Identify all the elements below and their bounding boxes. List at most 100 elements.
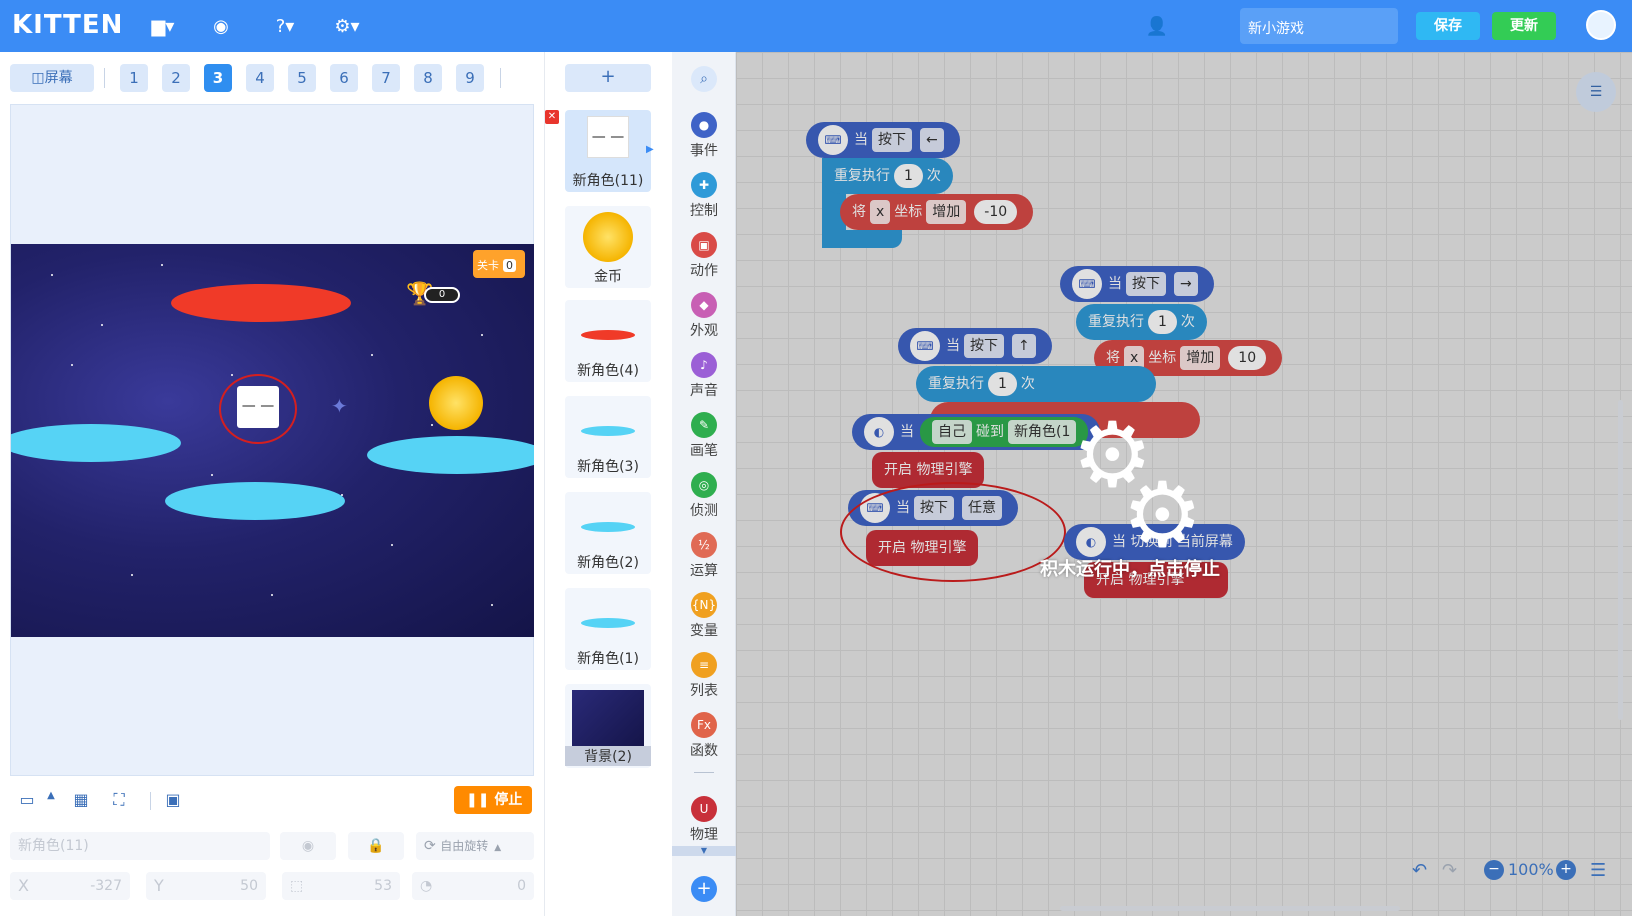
add-extension-button[interactable]: + xyxy=(691,876,717,902)
sprite-item[interactable]: 新角色(2) xyxy=(565,492,651,574)
category-event[interactable]: ● 事件 xyxy=(672,112,736,160)
direction-field[interactable]: ◔ 0 xyxy=(412,872,534,900)
page-7[interactable]: 7 xyxy=(372,64,400,92)
sprite-item[interactable]: 新角色(4) xyxy=(565,300,651,382)
y-field[interactable]: Y 50 xyxy=(146,872,266,900)
red-platform[interactable] xyxy=(171,284,351,322)
update-button[interactable]: 更新 xyxy=(1492,12,1556,40)
sprite-item[interactable]: 新角色(3) xyxy=(565,396,651,478)
grid-icon[interactable]: ▦ xyxy=(70,790,92,812)
page-4[interactable]: 4 xyxy=(246,64,274,92)
vertical-scrollbar[interactable] xyxy=(1618,400,1623,720)
category-physics[interactable]: U 物理 xyxy=(672,796,736,844)
stop-label: 停止 xyxy=(494,792,523,808)
category-sound[interactable]: ♪ 声音 xyxy=(672,352,736,400)
category-list[interactable]: ≡ 列表 xyxy=(672,652,736,700)
running-message[interactable]: 积木运行中，点击停止 xyxy=(1040,555,1220,581)
chevron-right-icon[interactable]: ▶ xyxy=(646,144,654,155)
category-label: 声音 xyxy=(690,383,718,399)
cyan-platform-right[interactable] xyxy=(367,436,534,474)
page-6[interactable]: 6 xyxy=(330,64,358,92)
sprite-item[interactable]: 金币 xyxy=(565,206,651,288)
sprite-item[interactable]: — — 新角色(11) xyxy=(565,110,651,192)
page-9[interactable]: 9 xyxy=(456,64,484,92)
variables-icon: {N} xyxy=(691,592,717,618)
undo-icon[interactable]: ↶ xyxy=(1412,860,1427,881)
category-label: 控制 xyxy=(690,203,718,219)
category-label: 画笔 xyxy=(690,443,718,459)
sprite-name-field[interactable]: 新角色(11) xyxy=(10,832,270,860)
delete-sprite-icon[interactable]: ✕ xyxy=(545,110,559,124)
coin-sprite[interactable] xyxy=(429,376,483,430)
page-3[interactable]: 3 xyxy=(204,64,232,92)
x-value: -327 xyxy=(90,878,122,894)
control-icon: ✚ xyxy=(691,172,717,198)
background-item[interactable]: 背景(2) xyxy=(565,684,651,768)
add-user-icon[interactable]: 👤 xyxy=(1140,14,1174,38)
visibility-toggle[interactable]: ◉ xyxy=(280,832,336,860)
category-operators[interactable]: ½ 运算 xyxy=(672,532,736,580)
stop-button[interactable]: ❚❚ 停止▲ xyxy=(454,786,532,835)
category-label: 函数 xyxy=(690,743,718,759)
category-function[interactable]: Fx 函数 xyxy=(672,712,736,760)
sparkle-icon: ✦ xyxy=(331,394,348,418)
category-looks[interactable]: ◆ 外观 xyxy=(672,292,736,340)
screen-button[interactable]: ◫屏幕 xyxy=(10,64,94,92)
level-badge: 关卡 0 xyxy=(473,250,525,278)
settings-icon[interactable]: ⚙▾ xyxy=(330,14,364,38)
direction-value: 0 xyxy=(517,878,526,894)
save-button[interactable]: 保存 xyxy=(1416,12,1480,40)
lock-toggle[interactable]: 🔒 xyxy=(348,832,404,860)
category-label: 外观 xyxy=(690,323,718,339)
zoom-out-icon[interactable]: − xyxy=(1484,860,1504,880)
zoom-in-icon[interactable]: + xyxy=(1556,860,1576,880)
horizontal-scrollbar[interactable] xyxy=(1060,906,1400,911)
x-field[interactable]: X -327 xyxy=(10,872,130,900)
size-field[interactable]: ⬚ 53 xyxy=(282,872,400,900)
size-icon: ⬚ xyxy=(290,878,304,894)
category-sensing[interactable]: ◎ 侦测 xyxy=(672,472,736,520)
fullscreen-icon[interactable]: ⛶ xyxy=(108,790,130,812)
page-8[interactable]: 8 xyxy=(414,64,442,92)
add-sprite-button[interactable]: + xyxy=(565,64,651,92)
category-pen[interactable]: ✎ 画笔 xyxy=(672,412,736,460)
page-1[interactable]: 1 xyxy=(120,64,148,92)
y-value: 50 xyxy=(240,878,258,894)
folder-icon[interactable]: ▆▾ xyxy=(146,14,180,38)
x-label: X xyxy=(18,876,29,895)
backpack-icon[interactable]: ◉ xyxy=(204,14,238,38)
rotation-select[interactable]: ⟳ 自由旋转 ▲ xyxy=(416,832,534,860)
align-blocks-icon[interactable]: ☰ xyxy=(1590,860,1606,881)
sprite-thumb: — — xyxy=(587,116,629,158)
sprite-label: 新角色(3) xyxy=(577,459,639,475)
category-label: 侦测 xyxy=(690,503,718,519)
game-name-input[interactable]: 新小游戏 xyxy=(1240,8,1398,44)
cyan-platform-bottom[interactable] xyxy=(165,482,345,520)
cyan-platform-left[interactable] xyxy=(11,424,181,462)
category-label: 列表 xyxy=(690,683,718,699)
red-platform-thumb xyxy=(581,330,635,340)
game-stage[interactable]: — — ✦ xyxy=(11,244,534,637)
sprite-item[interactable]: 新角色(1) xyxy=(565,588,651,670)
avatar[interactable] xyxy=(1586,10,1616,40)
trophy-count: 0 xyxy=(424,287,460,303)
category-variables[interactable]: {N} 变量 xyxy=(672,592,736,640)
preview-icon[interactable]: ▣ xyxy=(162,790,184,812)
level-value: 0 xyxy=(503,259,516,272)
size-value: 53 xyxy=(374,878,392,894)
redo-icon[interactable]: ↷ xyxy=(1442,860,1457,881)
page-5[interactable]: 5 xyxy=(288,64,316,92)
search-icon[interactable]: ⌕ xyxy=(691,66,717,92)
eye-icon: ◉ xyxy=(301,838,315,854)
sprite-label: 新角色(2) xyxy=(577,555,639,571)
help-icon[interactable]: ?▾ xyxy=(268,14,302,38)
category-control[interactable]: ✚ 控制 xyxy=(672,172,736,220)
category-motion[interactable]: ▣ 动作 xyxy=(672,232,736,280)
scroll-down-icon[interactable]: ▼ xyxy=(672,846,736,856)
y-label: Y xyxy=(154,876,164,895)
resize-stage-icon[interactable]: ▭ xyxy=(16,790,38,812)
screen-icon: ◫ xyxy=(31,70,45,86)
page-2[interactable]: 2 xyxy=(162,64,190,92)
caret-up-icon[interactable]: ▲ xyxy=(40,790,62,812)
pause-icon: ❚❚ xyxy=(466,792,495,808)
